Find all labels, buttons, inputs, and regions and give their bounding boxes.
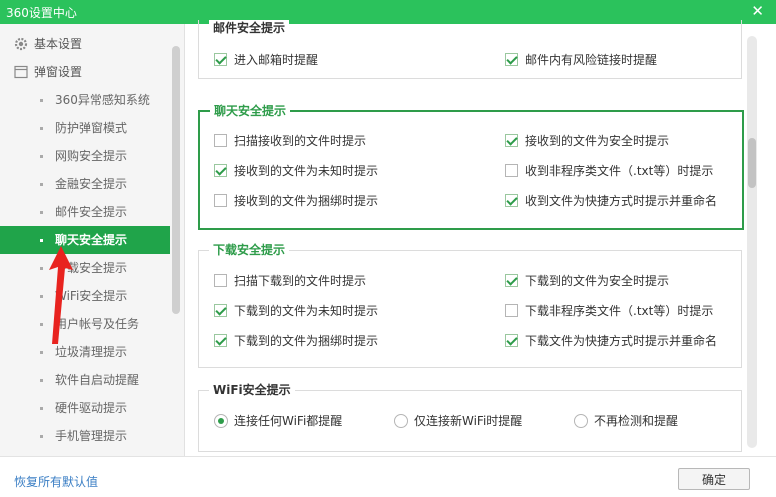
restore-defaults-link[interactable]: 恢复所有默认值 <box>14 473 98 490</box>
sidebar-item-label: 邮件安全提示 <box>55 205 128 219</box>
checkbox-icon[interactable] <box>505 194 518 207</box>
sidebar-item-anomaly-sense[interactable]: 360异常感知系统 <box>0 86 170 114</box>
option-label: 邮件内有风险链接时提醒 <box>525 53 658 67</box>
section-mail: 邮件安全提示 进入邮箱时提醒 邮件内有风险链接时提醒 <box>198 20 742 79</box>
bullet-icon <box>40 183 43 186</box>
bullet-icon <box>40 267 43 270</box>
option-label: 连接任何WiFi都提醒 <box>234 414 343 428</box>
bullet-icon <box>40 435 43 438</box>
sidebar-item-label: 防护弹窗模式 <box>55 121 128 135</box>
sidebar-item-wifi[interactable]: WiFi安全提示 <box>0 282 170 310</box>
sidebar-item-junk-clean[interactable]: 垃圾清理提示 <box>0 338 170 366</box>
section-wifi: WiFi安全提示 连接任何WiFi都提醒 仅连接新WiFi时提醒 不再检测和提醒 <box>198 382 742 452</box>
sidebar-item-account-tasks[interactable]: 用户帐号及任务 <box>0 310 170 338</box>
checkbox-icon[interactable] <box>214 334 227 347</box>
sidebar-item-popup-settings[interactable]: 弹窗设置 <box>0 58 170 86</box>
sidebar-item-label: 网购安全提示 <box>55 149 128 163</box>
sidebar-item-label: 用户帐号及任务 <box>55 317 140 331</box>
sidebar-item-basic-settings[interactable]: 基本设置 <box>0 30 170 58</box>
checkbox-icon[interactable] <box>505 53 518 66</box>
sidebar-item-shopping[interactable]: 网购安全提示 <box>0 142 170 170</box>
bullet-icon <box>40 379 43 382</box>
checkbox-icon[interactable] <box>505 164 518 177</box>
section-chat: 聊天安全提示 扫描接收到的文件时提示 接收到的文件为安全时提示 接收到的文件为未… <box>198 103 744 230</box>
sidebar-item-label: 硬件驱动提示 <box>55 401 128 415</box>
bullet-icon <box>40 99 43 102</box>
option-label: 下载到的文件为安全时提示 <box>525 274 670 288</box>
section-title: 聊天安全提示 <box>210 103 291 119</box>
sidebar-item-label: WiFi安全提示 <box>55 289 128 303</box>
sidebar-item-label: 弹窗设置 <box>34 65 83 79</box>
checkbox-icon[interactable] <box>505 334 518 347</box>
sidebar-item-popup-mode[interactable]: 防护弹窗模式 <box>0 114 170 142</box>
checkbox-icon[interactable] <box>214 274 227 287</box>
section-download: 下载安全提示 扫描下载到的文件时提示 下载到的文件为安全时提示 下载到的文件为未… <box>198 242 742 368</box>
sidebar-item-label: 聊天安全提示 <box>55 233 128 247</box>
sidebar-item-label: 基本设置 <box>34 37 83 51</box>
sidebar-item-label: 下载安全提示 <box>55 261 128 275</box>
checkbox-icon[interactable] <box>505 134 518 147</box>
radio-icon[interactable] <box>214 414 228 428</box>
sidebar-item-download[interactable]: 下载安全提示 <box>0 254 170 282</box>
checkbox-icon[interactable] <box>214 134 227 147</box>
option-label: 仅连接新WiFi时提醒 <box>414 414 523 428</box>
sidebar-item-label: 垃圾清理提示 <box>55 345 128 359</box>
bullet-icon <box>40 407 43 410</box>
bullet-icon <box>40 323 43 326</box>
bullet-icon <box>40 239 43 242</box>
checkbox-icon[interactable] <box>214 53 227 66</box>
option-label: 收到文件为快捷方式时提示并重命名 <box>525 194 718 208</box>
section-title: 邮件安全提示 <box>209 20 290 36</box>
option-label: 下载到的文件为未知时提示 <box>234 304 379 318</box>
close-icon[interactable]: ✕ <box>751 2 764 20</box>
option-label: 接收到的文件为未知时提示 <box>234 164 379 178</box>
option-label: 进入邮箱时提醒 <box>234 53 319 67</box>
option-label: 下载非程序类文件（.txt等）时提示 <box>525 304 714 318</box>
sidebar-scrollbar[interactable] <box>172 46 180 314</box>
checkbox-icon[interactable] <box>214 164 227 177</box>
sidebar-item-phone[interactable]: 手机管理提示 <box>0 422 170 450</box>
sidebar-item-label: 软件自启动提醒 <box>55 373 140 387</box>
option-label: 接收到的文件为安全时提示 <box>525 134 670 148</box>
sidebar-item-label: 360异常感知系统 <box>55 93 150 107</box>
option-label: 不再检测和提醒 <box>594 414 679 428</box>
option-label: 接收到的文件为捆绑时提示 <box>234 194 379 208</box>
sidebar-item-driver[interactable]: 硬件驱动提示 <box>0 394 170 422</box>
ok-button[interactable]: 确定 <box>678 468 750 490</box>
sidebar-item-finance[interactable]: 金融安全提示 <box>0 170 170 198</box>
sidebar-item-label: 金融安全提示 <box>55 177 128 191</box>
bullet-icon <box>40 351 43 354</box>
bullet-icon <box>40 211 43 214</box>
sidebar-item-chat[interactable]: 聊天安全提示 <box>0 226 170 254</box>
checkbox-icon[interactable] <box>214 194 227 207</box>
main-scrollbar-thumb[interactable] <box>748 138 756 188</box>
checkbox-icon[interactable] <box>505 304 518 317</box>
window-title: 360设置中心 <box>6 6 77 20</box>
radio-icon[interactable] <box>574 414 588 428</box>
section-title: WiFi安全提示 <box>209 382 295 398</box>
footer: 恢复所有默认值 确定 <box>0 456 776 497</box>
main-scrollbar-track[interactable] <box>747 36 757 448</box>
section-title: 下载安全提示 <box>209 242 290 258</box>
bullet-icon <box>40 155 43 158</box>
option-label: 扫描下载到的文件时提示 <box>234 274 367 288</box>
option-label: 收到非程序类文件（.txt等）时提示 <box>525 164 714 178</box>
radio-icon[interactable] <box>394 414 408 428</box>
window-icon <box>14 65 28 79</box>
bullet-icon <box>40 295 43 298</box>
option-label: 下载文件为快捷方式时提示并重命名 <box>525 334 718 348</box>
bullet-icon <box>40 127 43 130</box>
sidebar: 基本设置 弹窗设置 360异常感知系统 防护弹窗模式 网购安全提示 金融安全提示… <box>0 24 185 456</box>
option-label: 下载到的文件为捆绑时提示 <box>234 334 379 348</box>
gear-icon <box>14 37 28 51</box>
sidebar-item-label: 手机管理提示 <box>55 429 128 443</box>
option-label: 扫描接收到的文件时提示 <box>234 134 367 148</box>
sidebar-item-mail[interactable]: 邮件安全提示 <box>0 198 170 226</box>
sidebar-item-autostart[interactable]: 软件自启动提醒 <box>0 366 170 394</box>
checkbox-icon[interactable] <box>505 274 518 287</box>
checkbox-icon[interactable] <box>214 304 227 317</box>
